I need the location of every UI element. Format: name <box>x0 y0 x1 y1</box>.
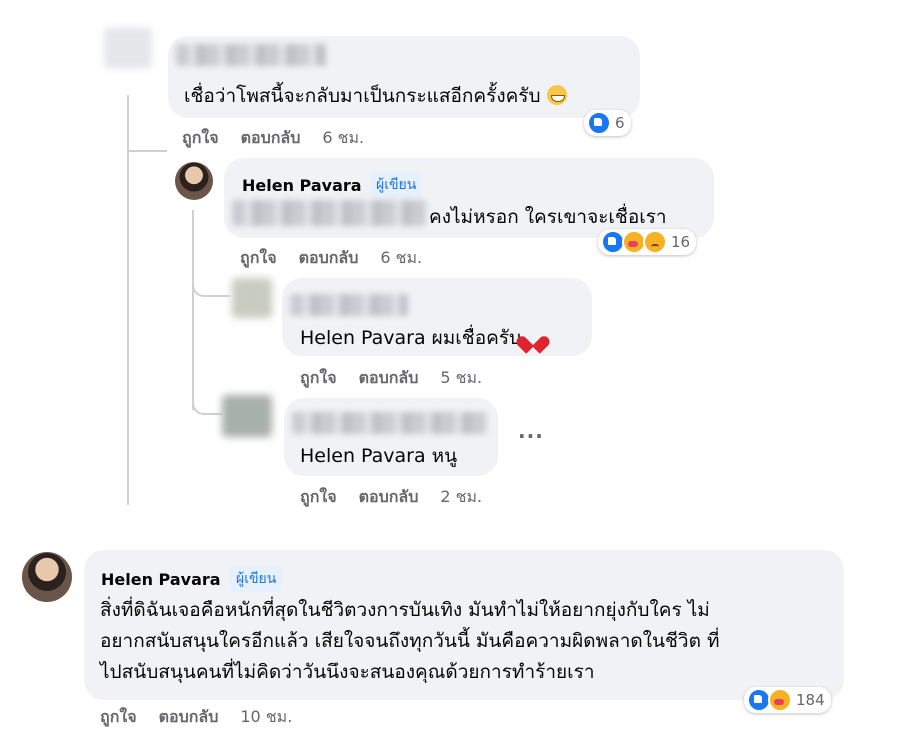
timestamp[interactable]: 2 ชม. <box>440 485 482 510</box>
avatar-blurred[interactable] <box>222 395 272 437</box>
comment-text: เชื่อว่าโพสนี้จะกลับมาเป็นกระแสอีกครั้งค… <box>184 81 567 111</box>
reply-text: คงไม่หรอก ใครเขาจะเชื่อเรา <box>429 206 667 228</box>
like-link[interactable]: ถูกใจ <box>300 485 337 510</box>
reply-actions: ถูกใจ ตอบกลับ 2 ชม. <box>300 485 482 510</box>
like-link[interactable]: ถูกใจ <box>100 705 137 730</box>
reply-link[interactable]: ตอบกลับ <box>359 485 419 510</box>
reply-bubble: Helen Pavara ผู้เขียน คงไม่หรอก ใครเขาจะ… <box>224 158 714 238</box>
timestamp[interactable]: 10 ชม. <box>240 705 292 730</box>
author-name-blurred[interactable] <box>290 294 408 316</box>
timestamp[interactable]: 6 ชม. <box>322 126 364 151</box>
timestamp[interactable]: 6 ชม. <box>380 246 422 271</box>
reply-link[interactable]: ตอบกลับ <box>159 705 219 730</box>
like-link[interactable]: ถูกใจ <box>300 366 337 391</box>
comment-actions: ถูกใจ ตอบกลับ 10 ชม. <box>100 705 292 730</box>
author-name[interactable]: Helen Pavara <box>242 176 362 195</box>
reply-bubble: Helen Pavara ผมเชื่อครับ <box>282 278 592 356</box>
reply-actions: ถูกใจ ตอบกลับ 6 ชม. <box>240 246 422 271</box>
avatar[interactable] <box>22 552 72 602</box>
like-link[interactable]: ถูกใจ <box>240 246 277 271</box>
author-name[interactable]: Helen Pavara <box>101 570 221 589</box>
reply-link[interactable]: ตอบกลับ <box>241 126 301 151</box>
mention-blurred[interactable] <box>232 200 427 226</box>
comment-bubble: Helen Pavara ผู้เขียน สิ่งที่ดิฉันเจอคือ… <box>84 550 844 700</box>
timestamp[interactable]: 5 ชม. <box>440 366 482 391</box>
comment-bubble: เชื่อว่าโพสนี้จะกลับมาเป็นกระแสอีกครั้งค… <box>168 36 640 118</box>
more-options-icon[interactable]: ··· <box>518 424 544 448</box>
reactions-summary[interactable]: 184 <box>744 687 831 713</box>
like-icon <box>587 111 611 135</box>
reply-text: Helen Pavara หนู <box>300 445 458 467</box>
reaction-count: 184 <box>796 691 825 709</box>
author-badge: ผู้เขียน <box>370 172 423 198</box>
thread-curve-r2 <box>192 265 230 297</box>
avatar-blurred[interactable] <box>232 278 272 318</box>
reply-actions: ถูกใจ ตอบกลับ 5 ชม. <box>300 366 482 391</box>
author-name-blurred[interactable] <box>292 412 488 434</box>
heart-emoji-icon <box>523 329 543 347</box>
grin-emoji-icon <box>546 85 567 105</box>
comment-actions: ถูกใจ ตอบกลับ 6 ชม. <box>182 126 364 151</box>
reaction-count: 6 <box>615 114 625 132</box>
like-link[interactable]: ถูกใจ <box>182 126 219 151</box>
reaction-count: 16 <box>671 233 691 251</box>
care-icon <box>768 688 792 712</box>
thread-curve-r1 <box>127 150 167 152</box>
author-badge: ผู้เขียน <box>230 566 283 592</box>
thread-line-main <box>127 95 129 505</box>
reply-bubble: Helen Pavara หนู <box>284 398 498 476</box>
reactions-summary[interactable]: 16 <box>598 229 697 255</box>
thread-line-sub <box>192 210 194 410</box>
comment-text: สิ่งที่ดิฉันเจอคือหนักที่สุดในชีวิตวงการ… <box>100 599 720 683</box>
avatar-blurred[interactable] <box>104 28 152 68</box>
reply-link[interactable]: ตอบกลับ <box>299 246 359 271</box>
reply-link[interactable]: ตอบกลับ <box>359 366 419 391</box>
reply-text: Helen Pavara ผมเชื่อครับ <box>300 323 543 353</box>
author-name-blurred[interactable] <box>176 44 326 66</box>
sad-icon <box>643 230 667 254</box>
avatar[interactable] <box>175 162 213 200</box>
reactions-summary[interactable]: 6 <box>584 110 631 136</box>
thread-curve-r3 <box>192 385 222 415</box>
